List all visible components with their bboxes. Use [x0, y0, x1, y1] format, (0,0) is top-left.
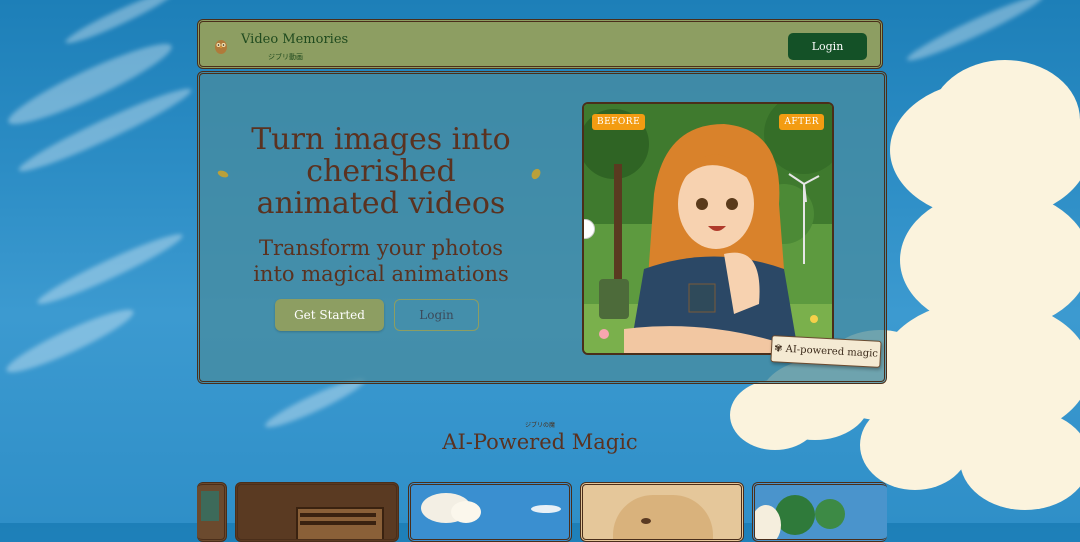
- sparkle-icon: ✾: [773, 343, 786, 355]
- hero-login-button[interactable]: Login: [394, 299, 479, 331]
- hero-panel: Turn images into cherished animated vide…: [197, 71, 887, 384]
- leaf-right-icon: [531, 168, 541, 180]
- feature-card[interactable]: [235, 482, 399, 542]
- before-badge: BEFORE: [592, 114, 646, 130]
- feature-card[interactable]: [197, 482, 227, 542]
- login-button[interactable]: Login: [788, 33, 867, 60]
- top-navbar: Video Memories ジブリ動画 Login: [197, 19, 883, 69]
- leaf-left-icon: [217, 170, 229, 178]
- brand-subtitle: ジブリ動画: [268, 53, 303, 61]
- hero-title: Turn images into cherished animated vide…: [251, 122, 511, 221]
- feature-card[interactable]: [752, 482, 887, 542]
- hero-subtitle: Transform your photos into magical anima…: [253, 236, 509, 286]
- owl-icon: [215, 40, 227, 54]
- section-kicker: ジブリの魔: [524, 422, 555, 429]
- section-title: AI-Powered Magic: [442, 430, 638, 454]
- before-after-compare[interactable]: BEFORE AFTER: [582, 102, 834, 355]
- anime-girl-image: [584, 104, 832, 353]
- ai-tag-label: AI-powered magic: [785, 343, 879, 360]
- feature-card[interactable]: [580, 482, 744, 542]
- after-badge: AFTER: [779, 114, 824, 130]
- get-started-button[interactable]: Get Started: [275, 299, 384, 331]
- brand-title[interactable]: Video Memories: [241, 32, 348, 47]
- ai-powered-tag: ✾ AI-powered magic: [770, 335, 882, 368]
- feature-card[interactable]: [408, 482, 572, 542]
